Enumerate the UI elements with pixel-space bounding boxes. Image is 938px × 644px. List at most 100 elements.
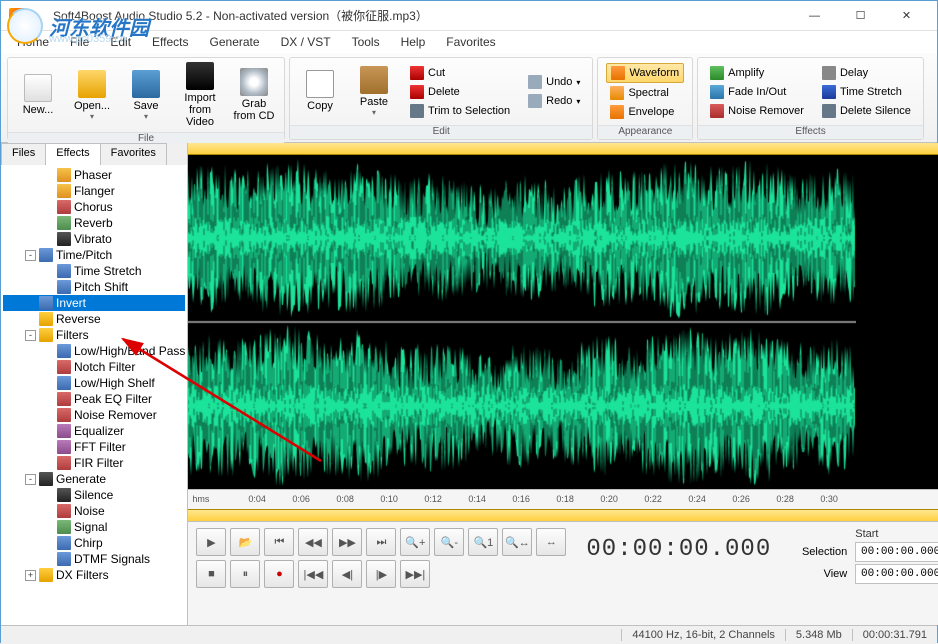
waveform-button[interactable]: Waveform	[606, 63, 684, 83]
amplify-button[interactable]: Amplify	[706, 64, 808, 82]
new-button[interactable]: New...	[12, 72, 64, 118]
deletesilence-button[interactable]: Delete Silence	[818, 102, 915, 120]
window-title: Soft4Boost Audio Studio 5.2 - Non-activa…	[53, 7, 792, 24]
transport-btn-2[interactable]: ⏮	[264, 528, 294, 556]
menu-favorites[interactable]: Favorites	[436, 33, 505, 51]
paste-button[interactable]: Paste▾	[348, 64, 400, 119]
expand-icon[interactable]: -	[25, 250, 36, 261]
expand-icon[interactable]: +	[25, 570, 36, 581]
close-button[interactable]: ✕	[884, 2, 929, 30]
tree-silence[interactable]: Silence	[3, 487, 185, 503]
tree-signal[interactable]: Signal	[3, 519, 185, 535]
tab-effects[interactable]: Effects	[45, 143, 100, 165]
transport-btn-10[interactable]: ↔	[536, 528, 566, 556]
transport-btn-3[interactable]: ◀◀	[298, 528, 328, 556]
tree-fftfilter[interactable]: FFT Filter	[3, 439, 185, 455]
tree-noise[interactable]: Noise	[3, 503, 185, 519]
selection-ruler[interactable]	[188, 143, 938, 155]
tree-invert[interactable]: Invert	[3, 295, 185, 311]
grabfromcd-button[interactable]: Grabfrom CD	[228, 66, 280, 124]
copy-icon	[306, 70, 334, 98]
tree-filters[interactable]: -Filters	[3, 327, 185, 343]
menu-help[interactable]: Help	[391, 33, 436, 51]
tree-equalizer[interactable]: Equalizer	[3, 423, 185, 439]
minimize-button[interactable]: —	[792, 2, 837, 30]
delete-button[interactable]: Delete	[406, 83, 514, 101]
redo-button[interactable]: Redo ▾	[524, 92, 584, 110]
tree-phaser[interactable]: Phaser	[3, 167, 185, 183]
timestretch-button[interactable]: Time Stretch	[818, 83, 915, 101]
transport-btn2-4[interactable]: ◀|	[332, 560, 362, 588]
title-bar: ▾ Soft4Boost Audio Studio 5.2 - Non-acti…	[1, 1, 937, 31]
menu-dxvst[interactable]: DX / VST	[271, 33, 341, 51]
menu-effects[interactable]: Effects	[142, 33, 198, 51]
noiseremover-button[interactable]: Noise Remover	[706, 102, 808, 120]
expand-icon[interactable]: -	[25, 330, 36, 341]
delay-button[interactable]: Delay	[818, 64, 915, 82]
tree-lowhighbandpass[interactable]: Low/High/Band Pass	[3, 343, 185, 359]
qat-dropdown[interactable]: ▾	[33, 10, 41, 21]
transport-buttons: ▶📂⏮◀◀▶▶⏭🔍+🔍-🔍1🔍↔↔ ■⏸●|◀◀◀||▶▶▶|	[196, 528, 566, 588]
tree-firfilter[interactable]: FIR Filter	[3, 455, 185, 471]
save-button[interactable]: Save▾	[120, 68, 172, 123]
waveform-display[interactable]	[188, 155, 938, 489]
expand-icon[interactable]: -	[25, 474, 36, 485]
undo-button[interactable]: Undo ▾	[524, 73, 584, 91]
transport-btn-7[interactable]: 🔍-	[434, 528, 464, 556]
transport-btn-8[interactable]: 🔍1	[468, 528, 498, 556]
transport-btn2-6[interactable]: ▶▶|	[400, 560, 430, 588]
transport-btn2-2[interactable]: ●	[264, 560, 294, 588]
tree-lowhighshelf[interactable]: Low/High Shelf	[3, 375, 185, 391]
transport-btn-0[interactable]: ▶	[196, 528, 226, 556]
tree-dxfilters[interactable]: +DX Filters	[3, 567, 185, 583]
fadeinout-button[interactable]: Fade In/Out	[706, 83, 808, 101]
transport-btn2-5[interactable]: |▶	[366, 560, 396, 588]
tree-notchfilter[interactable]: Notch Filter	[3, 359, 185, 375]
tab-favorites[interactable]: Favorites	[100, 143, 167, 165]
tree-flanger[interactable]: Flanger	[3, 183, 185, 199]
tree-pitchshift[interactable]: Pitch Shift	[3, 279, 185, 295]
tree-chorus[interactable]: Chorus	[3, 199, 185, 215]
tree-dtmfsignals[interactable]: DTMF Signals	[3, 551, 185, 567]
transport-btn-1[interactable]: 📂	[230, 528, 260, 556]
tree-peakeqfilter[interactable]: Peak EQ Filter	[3, 391, 185, 407]
tree-item-icon	[57, 264, 71, 278]
tree-timepitch[interactable]: -Time/Pitch	[3, 247, 185, 263]
trimtoselection-button[interactable]: Trim to Selection	[406, 102, 514, 120]
open-button[interactable]: Open...▾	[66, 68, 118, 123]
tree-chirp[interactable]: Chirp	[3, 535, 185, 551]
tree-reverse[interactable]: Reverse	[3, 311, 185, 327]
menu-tools[interactable]: Tools	[342, 33, 390, 51]
selection-start[interactable]: 00:00:00.000	[855, 542, 938, 562]
transport-btn-9[interactable]: 🔍↔	[502, 528, 532, 556]
transport-btn2-1[interactable]: ⏸	[230, 560, 260, 588]
menu-file[interactable]: File	[60, 33, 99, 51]
transport-btn-4[interactable]: ▶▶	[332, 528, 362, 556]
envelope-button[interactable]: Envelope	[606, 103, 684, 121]
transport-btn-6[interactable]: 🔍+	[400, 528, 430, 556]
tree-vibrato[interactable]: Vibrato	[3, 231, 185, 247]
zoom-scrollbar[interactable]	[188, 509, 938, 521]
transport-btn2-0[interactable]: ■	[196, 560, 226, 588]
tab-files[interactable]: Files	[1, 143, 46, 165]
tree-item-icon	[57, 392, 71, 406]
transport-btn-5[interactable]: ⏭	[366, 528, 396, 556]
tree-reverb[interactable]: Reverb	[3, 215, 185, 231]
cut-icon	[410, 66, 424, 80]
amplify-icon	[710, 66, 724, 80]
tree-generate[interactable]: -Generate	[3, 471, 185, 487]
view-start[interactable]: 00:00:00.000	[855, 564, 938, 584]
menu-edit[interactable]: Edit	[100, 33, 141, 51]
spectral-button[interactable]: Spectral	[606, 84, 684, 102]
maximize-button[interactable]: ☐	[838, 2, 883, 30]
tree-timestretch[interactable]: Time Stretch	[3, 263, 185, 279]
cut-button[interactable]: Cut	[406, 64, 514, 82]
importfromvideo-button[interactable]: Importfrom Video	[174, 60, 226, 130]
spectral-icon	[610, 86, 624, 100]
tree-noiseremover[interactable]: Noise Remover	[3, 407, 185, 423]
copy-button[interactable]: Copy	[294, 68, 346, 114]
menu-generate[interactable]: Generate	[200, 33, 270, 51]
menu-home[interactable]: Home	[7, 33, 59, 51]
time-ruler[interactable]: hms0:040:060:080:100:120:140:160:180:200…	[188, 489, 938, 509]
transport-btn2-3[interactable]: |◀◀	[298, 560, 328, 588]
